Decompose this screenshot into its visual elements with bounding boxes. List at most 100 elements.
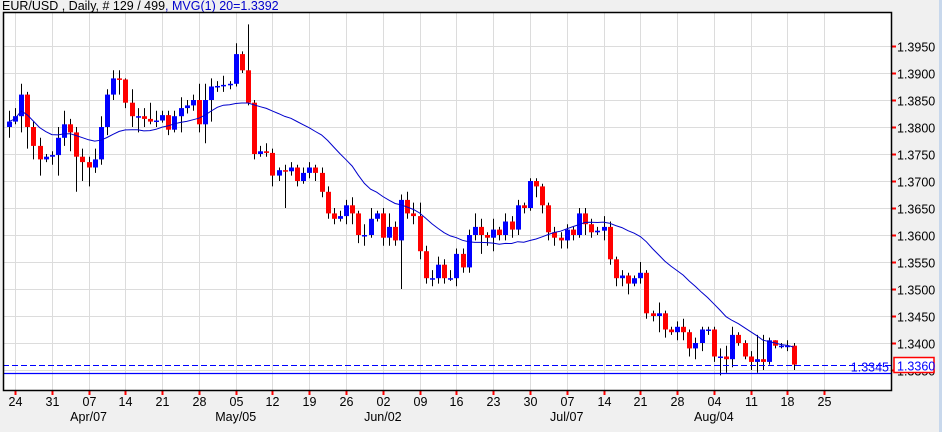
candle-bearish (148, 118, 153, 122)
candle-bullish (105, 94, 110, 127)
candle-bullish (234, 54, 239, 84)
candle-bullish (301, 172, 306, 181)
candle-bullish (620, 275, 625, 279)
candle-bearish (608, 226, 613, 260)
x-tick-label: 23 (487, 395, 501, 409)
candle-bearish (270, 152, 275, 176)
candle-bullish (779, 345, 784, 348)
y-tick-label: 1.3500 (897, 284, 935, 298)
candle-bullish (528, 181, 533, 208)
candle-bearish (442, 264, 447, 279)
candle-bullish (221, 84, 226, 87)
candle-bullish (228, 83, 233, 86)
candle-bullish (755, 359, 760, 362)
candle-bearish (626, 275, 631, 284)
candle-bearish (687, 332, 692, 349)
x-tick-label: 28 (193, 395, 207, 409)
candle-bullish (209, 86, 214, 100)
x-tick-label: 02 (377, 395, 391, 409)
candle-bullish (454, 253, 459, 279)
candle-bullish (700, 329, 705, 343)
candle-bearish (663, 313, 668, 330)
candle-bullish (191, 100, 196, 106)
candle-bearish (123, 79, 128, 103)
x-tick-label: 21 (156, 395, 170, 409)
candle-bearish (166, 115, 171, 130)
candle-bearish (681, 326, 686, 333)
candle-bullish (375, 213, 380, 219)
candle-bullish (448, 278, 453, 280)
candle-bullish (473, 226, 478, 235)
candle-bearish (792, 345, 797, 365)
candle-bullish (602, 226, 607, 231)
x-tick-label: 07 (561, 395, 575, 409)
x-tick-label: 11 (745, 395, 758, 409)
month-label: Jul/07 (550, 410, 583, 424)
y-tick-label: 1.3850 (897, 95, 935, 109)
x-tick-label: 18 (781, 395, 795, 409)
y-tick-label: 1.3950 (897, 41, 935, 55)
candle-bearish (644, 272, 649, 314)
candle-bullish (7, 121, 12, 127)
x-tick-label: 07 (83, 395, 97, 409)
candle-bearish (264, 151, 269, 153)
candle-bullish (289, 167, 294, 172)
candle-bearish (559, 237, 564, 241)
y-tick-label: 1.3900 (897, 68, 935, 82)
candle-bearish (142, 116, 147, 119)
x-tick-label: 04 (708, 395, 722, 409)
candle-bearish (356, 213, 361, 235)
candle-bearish (38, 145, 43, 160)
candle-bullish (203, 100, 208, 125)
candle-bearish (332, 213, 337, 219)
candle-bearish (411, 213, 416, 217)
candle-bullish (430, 278, 435, 280)
candle-bullish (730, 334, 735, 360)
month-label: Aug/04 (694, 410, 734, 424)
candle-bullish (565, 229, 570, 241)
candlestick-chart[interactable]: 1.3950 1.3900 1.3850 1.3800 1.3750 1.3700 1.36… (0, 0, 942, 432)
candle-bearish (80, 156, 85, 163)
candle-bullish (136, 116, 141, 118)
candle-bullish (516, 205, 521, 230)
candle-bullish (657, 313, 662, 316)
candle-bullish (215, 85, 220, 88)
x-tick-label: 26 (340, 395, 354, 409)
candle-bearish (68, 124, 73, 133)
candle-bullish (62, 124, 67, 138)
month-label: May/05 (215, 410, 256, 424)
x-tick-label: 16 (450, 395, 464, 409)
x-tick-label: 12 (266, 395, 280, 409)
candle-bullish (185, 105, 190, 109)
candle-bearish (540, 186, 545, 206)
x-tick-label: 31 (46, 395, 60, 409)
reference-price-label: 1.3345 (851, 361, 889, 375)
candle-bearish (522, 205, 527, 208)
candle-bearish (31, 127, 36, 146)
candle-bullish (338, 216, 343, 219)
candle-bullish (369, 218, 374, 235)
x-tick-label: 28 (671, 395, 685, 409)
y-tick-label: 1.3400 (897, 338, 935, 352)
candle-bearish (418, 216, 423, 252)
x-tick-label: 19 (303, 395, 317, 409)
candle-bearish (393, 226, 398, 241)
y-tick-label: 1.3450 (897, 311, 935, 325)
candle-bullish (706, 329, 711, 331)
candle-bearish (246, 70, 251, 103)
candle-bearish (534, 181, 539, 187)
candle-bullish (50, 155, 55, 157)
candle-bearish (614, 259, 619, 279)
candle-bearish (510, 221, 515, 230)
candle-bearish (497, 229, 502, 235)
candle-bearish (749, 356, 754, 362)
y-tick-label: 1.3800 (897, 122, 935, 136)
candle-bearish (130, 102, 135, 117)
candle-bullish (767, 340, 772, 362)
candle-bearish (651, 313, 656, 316)
candle-bullish (362, 235, 367, 237)
candle-bullish (693, 343, 698, 349)
candle-bullish (154, 120, 159, 123)
candle-bullish (387, 226, 392, 238)
candle-bullish (718, 356, 723, 358)
